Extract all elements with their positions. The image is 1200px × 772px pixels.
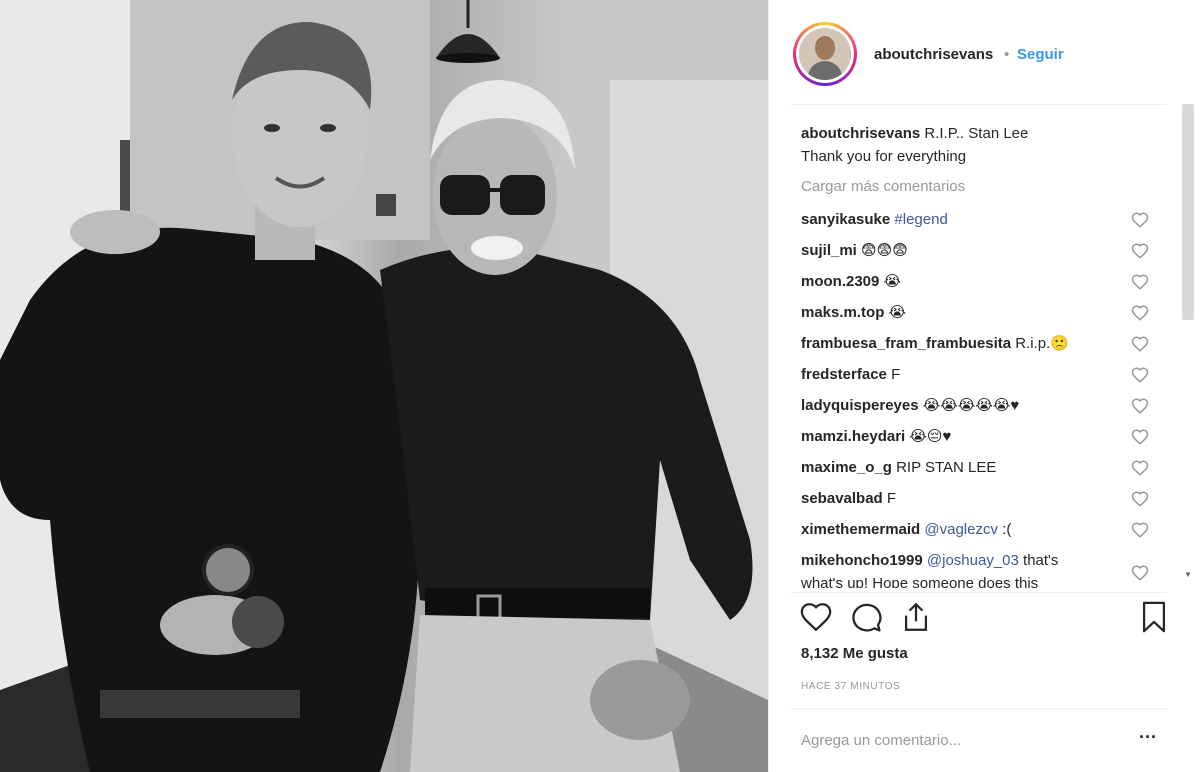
caption-text-line2: Thank you for everything (801, 148, 967, 165)
comment-text: 😭 (883, 273, 902, 290)
comment-mention-link[interactable]: @vaglezcv (924, 521, 998, 538)
comment-text: 😭 (888, 304, 907, 321)
comment-like-heart-icon[interactable] (1131, 459, 1149, 477)
post-timestamp[interactable]: HACE 37 MINUTOS (801, 681, 900, 692)
comments-list: sanyikasuke #legend sujil_mi 😨😨😨 moon.2309… (769, 208, 1200, 588)
post-caption: aboutchrisevans R.I.P.. Stan Lee Thank y… (801, 122, 1171, 168)
comment-username[interactable]: sujil_mi (801, 242, 857, 259)
comment-username[interactable]: sebavalbad (801, 490, 883, 507)
post-photo[interactable] (0, 0, 768, 772)
avatar (799, 28, 851, 80)
comment-like-heart-icon[interactable] (1131, 428, 1149, 446)
add-comment-input[interactable] (801, 728, 1121, 752)
comment-like-heart-icon[interactable] (1131, 397, 1149, 415)
load-more-comments-button[interactable]: Cargar más comentarios (801, 178, 965, 195)
post-username[interactable]: aboutchrisevans (874, 46, 993, 63)
actions-divider (791, 592, 1167, 593)
comment-box-divider (791, 708, 1167, 709)
caption-text: R.I.P.. Stan Lee (924, 125, 1029, 142)
comment-text: that's (1023, 552, 1059, 569)
follow-button[interactable]: Seguir (1017, 46, 1064, 63)
comment-username[interactable]: moon.2309 (801, 273, 879, 290)
share-icon[interactable] (899, 598, 935, 638)
comment-username[interactable]: frambuesa_fram_frambuesita (801, 335, 1011, 352)
comment-text: 😨😨😨 (861, 242, 908, 259)
comment-username[interactable]: maxime_o_g (801, 459, 892, 476)
post-side-panel: aboutchrisevans • Seguir aboutchrisevans… (768, 0, 1200, 772)
comment-text: F (886, 490, 897, 507)
comment-username[interactable]: ximethemermaid (801, 521, 920, 538)
comment-username[interactable]: ladyquispereyes (801, 397, 919, 414)
separator-dot: • (1004, 46, 1010, 63)
scrollbar-thumb[interactable] (1182, 104, 1194, 320)
scroll-down-icon[interactable]: ▼ (1182, 570, 1194, 580)
avatar-story-ring[interactable] (793, 22, 857, 86)
post-header: aboutchrisevans • Seguir (769, 0, 1200, 104)
comment-like-heart-icon[interactable] (1131, 273, 1149, 291)
comment-text: R.i.p.🙁 (1015, 335, 1069, 352)
bookmark-icon[interactable] (1137, 598, 1173, 638)
comment-text: RIP STAN LEE (896, 459, 997, 476)
comment-username[interactable]: mikehoncho1999 (801, 552, 923, 569)
comment-username[interactable]: fredsterface (801, 366, 887, 383)
comment-text: :( (1002, 521, 1012, 538)
header-divider (791, 104, 1167, 105)
post-actions (769, 598, 1200, 638)
comment-mention-link[interactable]: #legend (894, 211, 947, 228)
heart-icon[interactable] (799, 598, 835, 638)
comment-like-heart-icon[interactable] (1131, 335, 1149, 353)
comment-like-heart-icon[interactable] (1131, 564, 1149, 582)
comment-like-heart-icon[interactable] (1131, 242, 1149, 260)
likes-count[interactable]: 8,132 Me gusta (801, 645, 908, 662)
comment-text: 😭😔♥ (909, 428, 952, 445)
comment-like-heart-icon[interactable] (1131, 211, 1149, 229)
comment-mention-link[interactable]: @joshuay_03 (927, 552, 1019, 569)
avatar-image (799, 28, 851, 80)
comment-like-heart-icon[interactable] (1131, 521, 1149, 539)
more-horizontal-icon[interactable]: ··· (1139, 728, 1163, 750)
comment-like-heart-icon[interactable] (1131, 490, 1149, 508)
comment-text: F (891, 366, 901, 383)
comment-icon[interactable] (849, 598, 885, 638)
photo-illustration (0, 0, 768, 772)
comment-like-heart-icon[interactable] (1131, 366, 1149, 384)
comment-username[interactable]: maks.m.top (801, 304, 884, 321)
caption-username[interactable]: aboutchrisevans (801, 125, 920, 142)
comment-text: 😭😭😭😭😭♥ (922, 397, 1020, 414)
comment-text-line2: what's up! Hope someone does this (801, 575, 1039, 588)
comment-like-heart-icon[interactable] (1131, 304, 1149, 322)
comment-username[interactable]: sanyikasuke (801, 211, 890, 228)
comment-username[interactable]: mamzi.heydari (801, 428, 905, 445)
